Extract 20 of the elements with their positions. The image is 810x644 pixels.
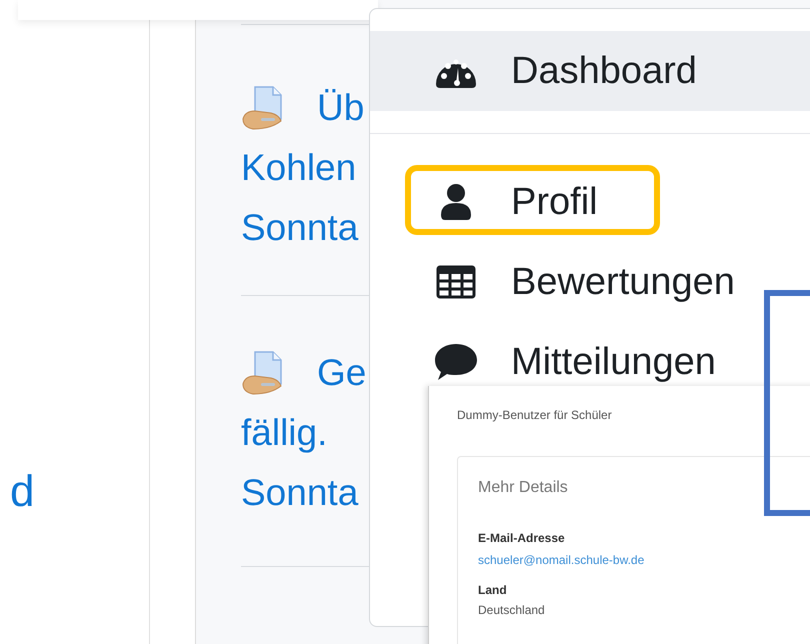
section-title: Mehr Details [478, 479, 569, 497]
user-name: Dummy-Benutzer für Schüler [457, 408, 613, 422]
activity-link[interactable]: Üb [317, 87, 364, 129]
link-text[interactable]: d [10, 462, 34, 522]
chat-bubble-icon [434, 343, 478, 381]
activity-link[interactable]: Sonnta [241, 472, 358, 514]
activity-link[interactable]: Kohlen [241, 147, 356, 189]
menu-item[interactable]: Profil [370, 162, 810, 242]
menu-item[interactable]: Bewertungen [370, 242, 810, 322]
field-value: Deutschland [478, 603, 546, 617]
field-label: Land [478, 583, 508, 597]
activity-link[interactable]: Ge [317, 352, 366, 394]
menu-item[interactable]: Dashboard [370, 31, 810, 111]
activity-link[interactable]: fällig. [241, 412, 328, 454]
field-label: E-Mail-Adresse [478, 531, 566, 545]
activity-link[interactable]: Sonnta [241, 207, 358, 249]
assignment-icon [241, 350, 285, 396]
table-icon [434, 265, 478, 299]
assignment-icon [241, 85, 285, 131]
email-link[interactable]: schueler@nomail.schule-bw.de [478, 553, 644, 567]
